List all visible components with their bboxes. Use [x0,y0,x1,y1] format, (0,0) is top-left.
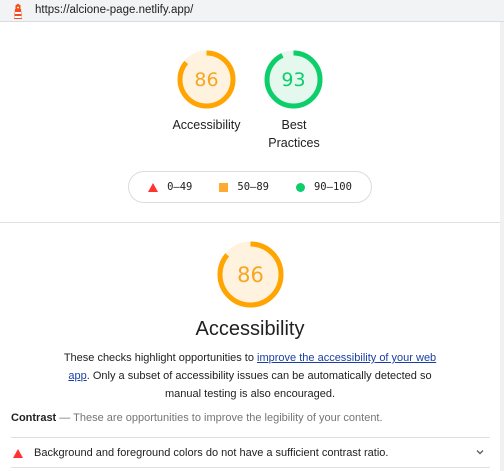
legend-pass-range: 90–100 [313,181,352,193]
gauge-score: 86 [194,68,219,91]
group-description: These are opportunities to improve the l… [73,412,383,424]
audit-group-contrast: Contrast — These are opportunities to im… [11,412,383,424]
description-text: . Only a subset of accessibility issues … [86,370,432,400]
gauge-score: 93 [281,68,306,91]
pass-circle-icon [295,182,305,192]
chevron-down-icon[interactable] [475,447,485,457]
legend-average-range: 50–89 [237,181,269,193]
fail-triangle-icon [148,182,159,192]
audit-title: Background and foreground colors do not … [34,447,389,459]
gauge-label-accessibility: Accessibility [172,118,241,132]
gauge-best-practices[interactable]: 93 [264,50,323,109]
category-title: Accessibility [195,318,305,340]
scrollbar[interactable] [500,22,504,471]
group-title: Contrast [11,412,57,424]
gauge-accessibility[interactable]: 86 [177,50,236,109]
lighthouse-icon [14,3,22,19]
group-separator: — [56,412,74,424]
legend-fail-range: 0–49 [167,181,193,193]
page-url[interactable]: https://alcione-page.netlify.app/ [35,4,193,16]
url-bar: https://alcione-page.netlify.app/ [0,0,504,22]
fail-triangle-icon [13,448,23,458]
legend-fail: 0–49 [148,181,192,193]
category-gauge: 86 [217,241,284,308]
gauge-label-best-practices: Best Practices [268,118,320,150]
audit-divider [11,467,490,468]
category-score: 86 [237,262,264,287]
category-description: These checks highlight opportunities to … [60,349,440,403]
score-legend: 0–49 50–89 90–100 [128,171,372,203]
section-divider [0,222,500,223]
average-square-icon [219,182,229,192]
legend-average: 50–89 [219,181,269,193]
audit-color-contrast[interactable]: Background and foreground colors do not … [11,438,490,468]
legend-pass: 90–100 [295,181,352,193]
description-text: These checks highlight opportunities to [63,352,258,364]
